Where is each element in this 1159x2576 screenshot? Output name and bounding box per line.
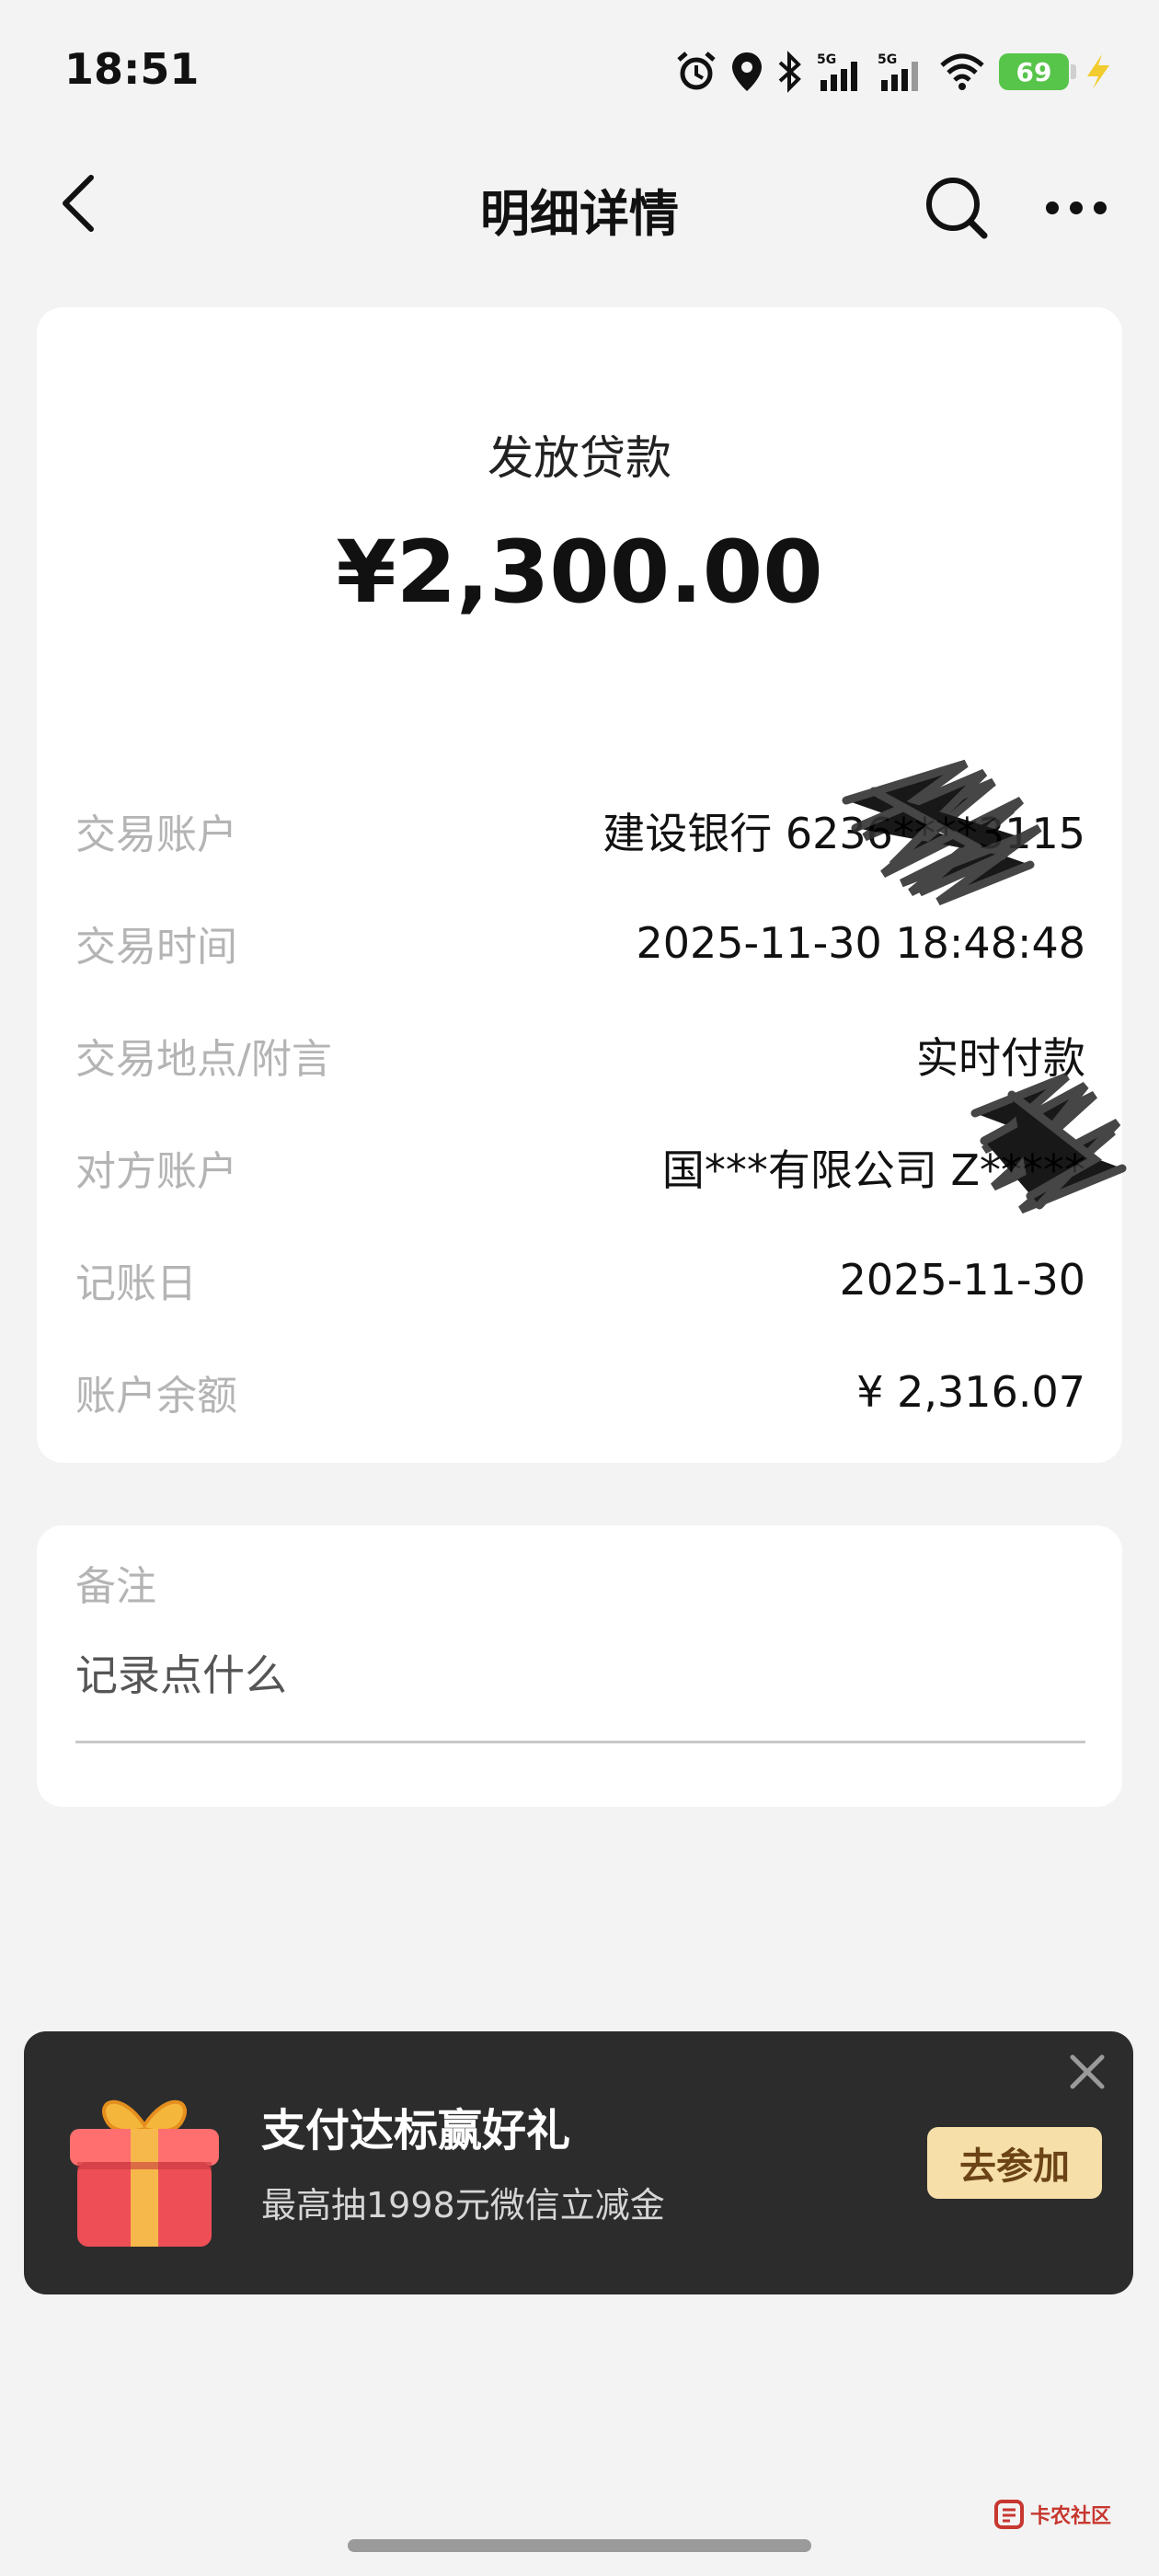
remark-label: 备注 [75,1563,156,1610]
promo-close-button[interactable] [1061,2046,1113,2098]
home-indicator[interactable] [348,2539,811,2552]
cellular-signal-icon: 5G [817,51,865,93]
cellular-signal-icon-2: 5G [878,51,925,93]
promo-banner[interactable]: 支付达标赢好礼 最高抽1998元微信立减金 去参加 [24,2031,1133,2294]
row-value: 建设银行 6236****3115 [602,809,1085,858]
row-label: 交易地点/附言 [75,1036,332,1083]
detail-row-time: 交易时间 2025-11-30 18:48:48 [75,887,1085,999]
detail-rows: 交易账户 建设银行 6236****3115 交易时间 2025-11-30 1… [75,775,1085,1448]
transaction-detail-card: 发放贷款 ¥2,300.00 交易账户 建设银行 6236****3115 交易… [37,307,1122,1463]
detail-row-counterparty: 对方账户 国***有限公司 Z***** [75,1111,1085,1224]
search-button[interactable] [920,171,993,245]
row-value: 2025-11-30 [839,1255,1085,1305]
remark-card: 备注 [37,1525,1122,1807]
transaction-amount: ¥2,300.00 [336,523,823,623]
detail-row-location: 交易地点/附言 实时付款 [75,999,1085,1111]
location-icon [730,51,763,93]
row-value: ¥ 2,316.07 [856,1367,1085,1417]
wifi-icon [938,51,986,93]
row-label: 交易账户 [75,811,237,858]
more-dots-icon [1046,201,1107,214]
nav-bar: 明细详情 [0,147,1159,258]
row-label: 账户余额 [75,1373,237,1420]
charging-icon [1082,51,1115,93]
transaction-type: 发放贷款 [488,431,671,485]
alarm-icon [675,51,717,93]
remark-underline [75,1741,1085,1743]
bluetooth-icon [776,51,804,93]
signal-label-1: 5G [817,52,836,67]
watermark: 卡农社区 [993,2499,1111,2530]
status-icons: 5G 5G 69 [675,46,1115,98]
row-value: 实时付款 [916,1033,1085,1083]
signal-label-2: 5G [878,52,897,67]
battery-icon: 69 [999,53,1076,90]
gift-box-icon [70,2099,219,2247]
remark-input[interactable] [75,1643,1085,1708]
screen: 18:51 5G 5G 69 明细详情 发放贷款 ¥2,300.00 交易账户 … [0,0,1159,2576]
search-icon [926,178,988,239]
row-label: 交易时间 [75,924,237,971]
row-value: 国***有限公司 Z***** [661,1145,1085,1195]
watermark-text: 卡农社区 [1030,2505,1112,2528]
more-button[interactable] [1039,171,1113,245]
row-label: 记账日 [75,1260,197,1307]
status-time: 18:51 [64,44,200,94]
detail-row-balance: 账户余额 ¥ 2,316.07 [75,1336,1085,1448]
promo-subtitle: 最高抽1998元微信立减金 [261,2185,665,2225]
row-value: 2025-11-30 18:48:48 [636,918,1085,968]
detail-row-booking-date: 记账日 2025-11-30 [75,1224,1085,1336]
promo-title: 支付达标赢好礼 [261,2105,571,2156]
close-icon [1070,2054,1105,2089]
status-bar: 18:51 5G 5G 69 [0,0,1159,138]
row-label: 对方账户 [75,1148,237,1195]
detail-row-account: 交易账户 建设银行 6236****3115 [75,775,1085,887]
watermark-logo-icon [994,2500,1024,2529]
join-button[interactable]: 去参加 [927,2127,1102,2199]
